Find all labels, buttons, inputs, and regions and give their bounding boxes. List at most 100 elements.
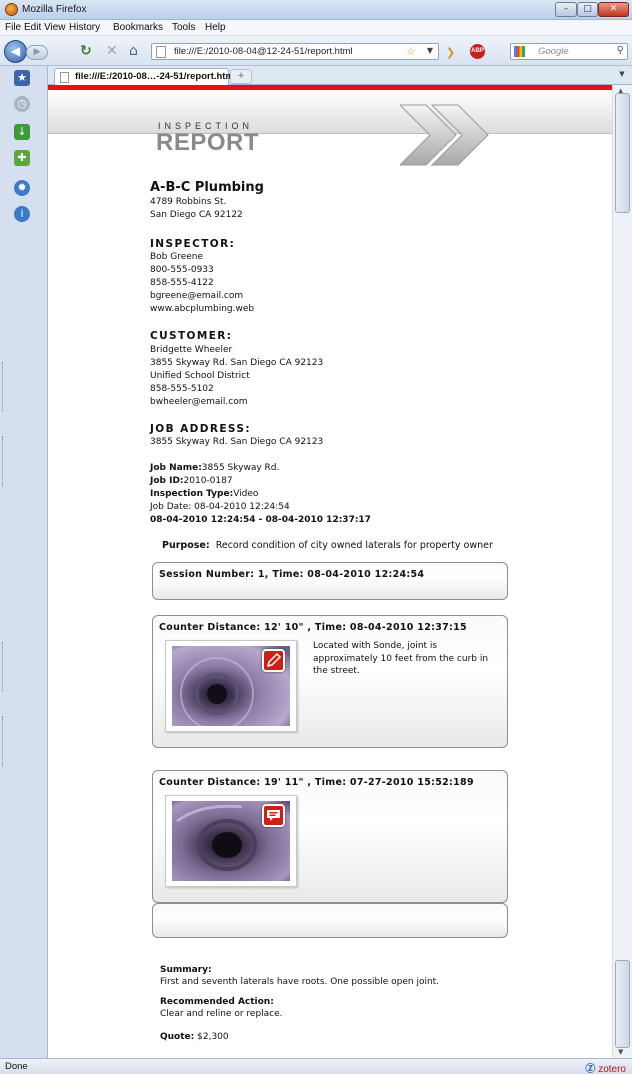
- job-address: 3855 Skyway Rd. San Diego CA 92123: [150, 437, 324, 447]
- purpose-value: Record condition of city owned laterals …: [215, 540, 493, 551]
- sidebar-grip[interactable]: [2, 436, 5, 486]
- job-name-value: 3855 Skyway Rd.: [201, 463, 280, 473]
- sidebar-grip[interactable]: [2, 716, 5, 766]
- company-address-2: San Diego CA 92122: [150, 210, 243, 220]
- sidebar-grip[interactable]: [2, 362, 5, 412]
- quote-label: Quote:: [160, 1032, 195, 1042]
- gear-icon[interactable]: ✹: [14, 180, 30, 196]
- menu-bookmarks[interactable]: Bookmarks: [113, 22, 163, 33]
- title-bar: Mozilla Firefox – □ ✕: [0, 0, 632, 20]
- new-tab-button[interactable]: +: [230, 69, 252, 84]
- history-icon[interactable]: ◷: [14, 96, 30, 112]
- job-date-range: 08-04-2010 12:24:54 - 08-04-2010 12:37:1…: [150, 515, 371, 525]
- inspector-phone-1: 800-555-0933: [150, 265, 214, 275]
- speech-bubble-icon[interactable]: [262, 804, 285, 827]
- page-viewport: INSPECTION REPORT A-B-C Plumbing 4789 Ro…: [48, 85, 612, 1058]
- observation-heading: Counter Distance: 19' 11" , Time: 07-27-…: [159, 777, 474, 788]
- star-icon[interactable]: ☆: [406, 45, 416, 58]
- stop-icon[interactable]: ✕: [106, 44, 118, 58]
- job-id-label: Job ID:: [150, 476, 184, 486]
- vertical-scrollbar[interactable]: ▲ ▼: [612, 85, 632, 1058]
- maximize-button[interactable]: □: [577, 2, 598, 17]
- scrollbar-track-top[interactable]: [615, 93, 630, 213]
- observation-thumbnail[interactable]: [165, 795, 297, 887]
- page-icon: [156, 46, 166, 58]
- inspector-name: Bob Greene: [150, 252, 204, 262]
- observation-thumbnail[interactable]: [165, 640, 297, 732]
- google-icon[interactable]: [514, 46, 525, 57]
- header-band: [48, 90, 612, 134]
- tab-bar: file:///E:/2010-08…-24-51/report.html + …: [48, 66, 632, 85]
- zotero-button[interactable]: Ⓩ zotero: [585, 1060, 626, 1074]
- close-button[interactable]: ✕: [598, 2, 629, 17]
- search-input[interactable]: Google ⚲: [510, 43, 628, 60]
- chevrons-logo: [400, 104, 489, 166]
- customer-email: bwheeler@email.com: [150, 397, 248, 407]
- purpose-label: Purpose:: [162, 540, 210, 551]
- menu-history[interactable]: History: [69, 22, 100, 33]
- scrollbar-thumb[interactable]: [615, 960, 630, 1048]
- url-input[interactable]: file:///E:/2010-08-04@12-24-51/report.ht…: [151, 43, 439, 60]
- adblock-icon[interactable]: ABP: [470, 44, 485, 59]
- session-panel: Session Number: 1, Time: 08-04-2010 12:2…: [152, 562, 508, 600]
- job-name-label: Job Name:: [150, 463, 202, 473]
- menu-help[interactable]: Help: [205, 22, 226, 33]
- observation-text: Located with Sonde, joint is approximate…: [313, 641, 489, 676]
- quote-value: $2,300: [197, 1032, 229, 1042]
- navigation-toolbar: ◀ ▶ ↻ ✕ ⌂ file:///E:/2010-08-04@12-24-51…: [0, 36, 632, 66]
- menu-edit[interactable]: Edit: [24, 22, 41, 33]
- job-address-heading: JOB ADDRESS:: [150, 423, 251, 435]
- company-name: A-B-C Plumbing: [150, 180, 264, 195]
- search-placeholder: Google: [538, 46, 569, 57]
- inspector-email: bgreene@email.com: [150, 291, 244, 301]
- status-text: Done: [5, 1061, 28, 1072]
- firefox-icon: [5, 3, 18, 16]
- tab-report[interactable]: file:///E:/2010-08…-24-51/report.html: [54, 68, 237, 85]
- home-icon[interactable]: ⌂: [129, 44, 138, 58]
- zotero-label: zotero: [598, 1064, 626, 1074]
- page-icon: [60, 72, 69, 83]
- job-id: Job ID:2010-0187: [150, 476, 233, 486]
- sidebar-grip[interactable]: [2, 642, 5, 692]
- observation-heading: Counter Distance: 12' 10" , Time: 08-04-…: [159, 622, 467, 633]
- chevron-down-icon[interactable]: ▼: [427, 46, 433, 55]
- sidebar: ★ ◷ ↓ ✚ ✹ i: [0, 66, 48, 1058]
- job-id-value: 2010-0187: [183, 476, 233, 486]
- info-icon[interactable]: i: [14, 206, 30, 222]
- search-icon[interactable]: ⚲: [617, 45, 624, 56]
- quote: Quote: $2,300: [160, 1032, 229, 1042]
- summary-label: Summary:: [160, 965, 212, 975]
- inspector-website: www.abcplumbing.web: [150, 304, 255, 314]
- purpose: Purpose: Record condition of city owned …: [162, 540, 493, 551]
- tab-label: file:///E:/2010-08…-24-51/report.html: [75, 71, 237, 82]
- customer-phone: 858-555-5102: [150, 384, 214, 394]
- addons-icon[interactable]: ✚: [14, 150, 30, 166]
- menu-file[interactable]: File: [5, 22, 21, 33]
- url-text: file:///E:/2010-08-04@12-24-51/report.ht…: [174, 46, 353, 57]
- inspection-type-label: Inspection Type:: [150, 489, 234, 499]
- forward-arrow-icon[interactable]: ▶: [26, 45, 48, 60]
- inspection-type-value: Video: [233, 489, 259, 499]
- download-icon[interactable]: ↓: [14, 124, 30, 140]
- menu-view[interactable]: View: [44, 22, 66, 33]
- inspector-phone-2: 858-555-4122: [150, 278, 214, 288]
- customer-address: 3855 Skyway Rd. San Diego CA 92123: [150, 358, 324, 368]
- menu-tools[interactable]: Tools: [172, 22, 195, 33]
- company-address-1: 4789 Robbins St.: [150, 197, 227, 207]
- scroll-down-icon[interactable]: ▼: [618, 1048, 623, 1056]
- status-bar: Done Ⓩ zotero: [0, 1058, 632, 1074]
- session-footer-panel: [152, 903, 508, 938]
- window-title: Mozilla Firefox: [22, 4, 87, 15]
- bookmarks-arrow-icon[interactable]: ❯: [446, 46, 455, 59]
- recommended-action-label: Recommended Action:: [160, 997, 274, 1007]
- job-date: Job Date: 08-04-2010 12:24:54: [150, 502, 290, 512]
- bookmark-sidebar-icon[interactable]: ★: [14, 70, 30, 86]
- minimize-button[interactable]: –: [555, 2, 577, 17]
- pencil-note-icon[interactable]: [262, 649, 285, 672]
- recommended-action-value: Clear and reline or replace.: [160, 1009, 283, 1019]
- back-arrow-icon[interactable]: ◀: [4, 40, 27, 63]
- inspector-heading: INSPECTOR:: [150, 238, 236, 250]
- tab-list-icon[interactable]: ▼: [616, 70, 628, 81]
- job-name: Job Name:3855 Skyway Rd.: [150, 463, 279, 473]
- reload-icon[interactable]: ↻: [80, 44, 92, 58]
